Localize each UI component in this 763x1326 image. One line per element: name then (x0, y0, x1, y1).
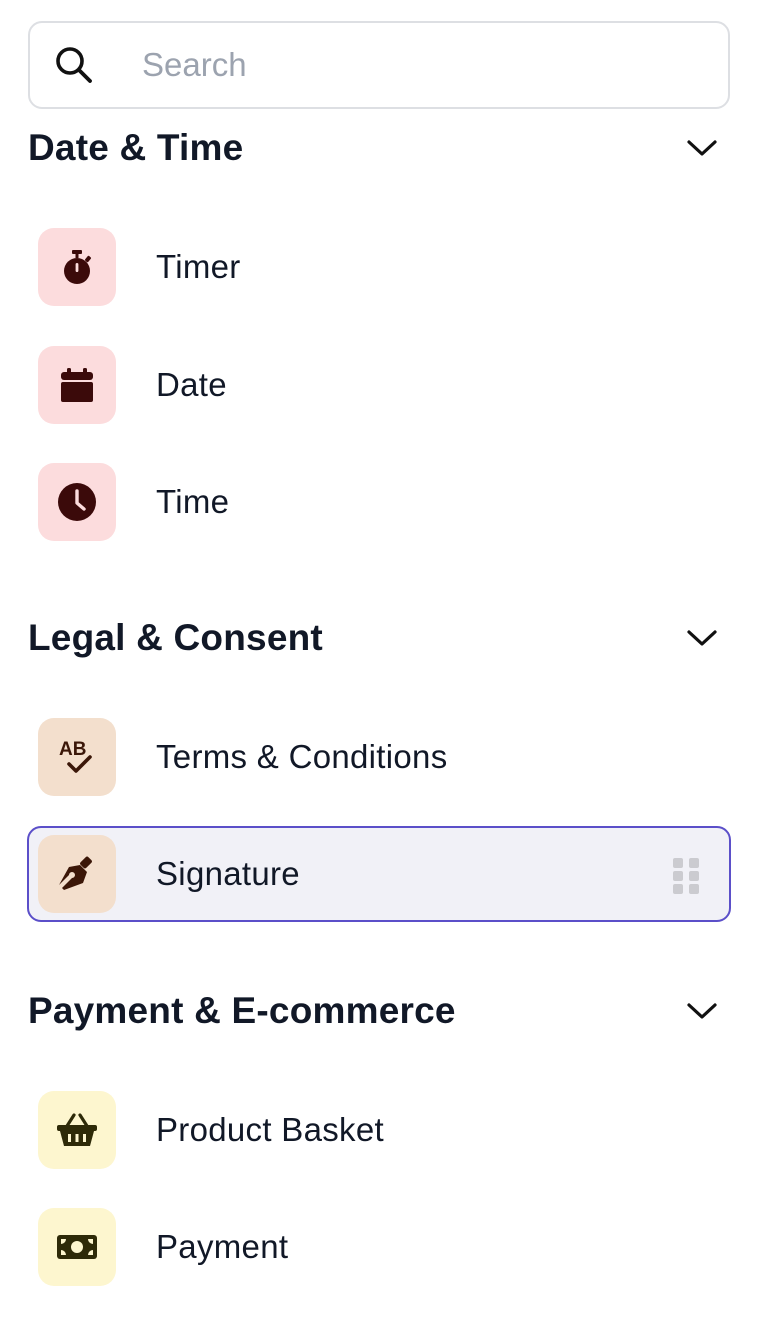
list-item-signature[interactable]: Signature (27, 826, 731, 922)
list-item-payment[interactable]: Payment (27, 1199, 731, 1295)
search-box[interactable] (28, 21, 730, 109)
item-label: Product Basket (156, 1111, 384, 1148)
field-palette-panel: Date & Time Timer (0, 0, 763, 1326)
panel-corner-border (741, 0, 763, 60)
section-title: Payment & E-commerce (28, 990, 456, 1031)
list-item-timer[interactable]: Timer (27, 219, 731, 315)
list-item-terms-conditions[interactable]: AB Terms & Conditions (27, 709, 731, 805)
spellcheck-icon-text: AB (59, 739, 86, 760)
chevron-down-icon[interactable] (682, 128, 722, 168)
list-item-product-basket[interactable]: Product Basket (27, 1082, 731, 1178)
chevron-down-icon[interactable] (682, 618, 722, 658)
item-label: Time (156, 483, 230, 520)
item-label: Payment (156, 1228, 289, 1265)
calendar-icon (38, 346, 116, 424)
item-label: Date (156, 366, 227, 403)
list-item-time[interactable]: Time (27, 454, 731, 550)
pen-nib-icon (38, 835, 116, 913)
section-header-legal-consent[interactable]: Legal & Consent (28, 610, 730, 666)
clock-icon (38, 463, 116, 541)
search-icon (52, 43, 96, 87)
stopwatch-icon (38, 228, 116, 306)
item-label: Signature (156, 855, 300, 892)
list-item-date[interactable]: Date (27, 337, 731, 433)
chevron-down-icon[interactable] (682, 991, 722, 1031)
item-label: Timer (156, 248, 241, 285)
banknote-icon (38, 1208, 116, 1286)
section-header-date-time[interactable]: Date & Time (28, 120, 730, 176)
drag-handle-icon[interactable] (673, 858, 699, 894)
item-label: Terms & Conditions (156, 738, 448, 775)
section-header-payment-ecommerce[interactable]: Payment & E-commerce (28, 983, 730, 1039)
basket-icon (38, 1091, 116, 1169)
section-title: Legal & Consent (28, 617, 323, 658)
spellcheck-icon: AB (38, 718, 116, 796)
search-input[interactable] (140, 45, 664, 85)
section-title: Date & Time (28, 127, 244, 168)
